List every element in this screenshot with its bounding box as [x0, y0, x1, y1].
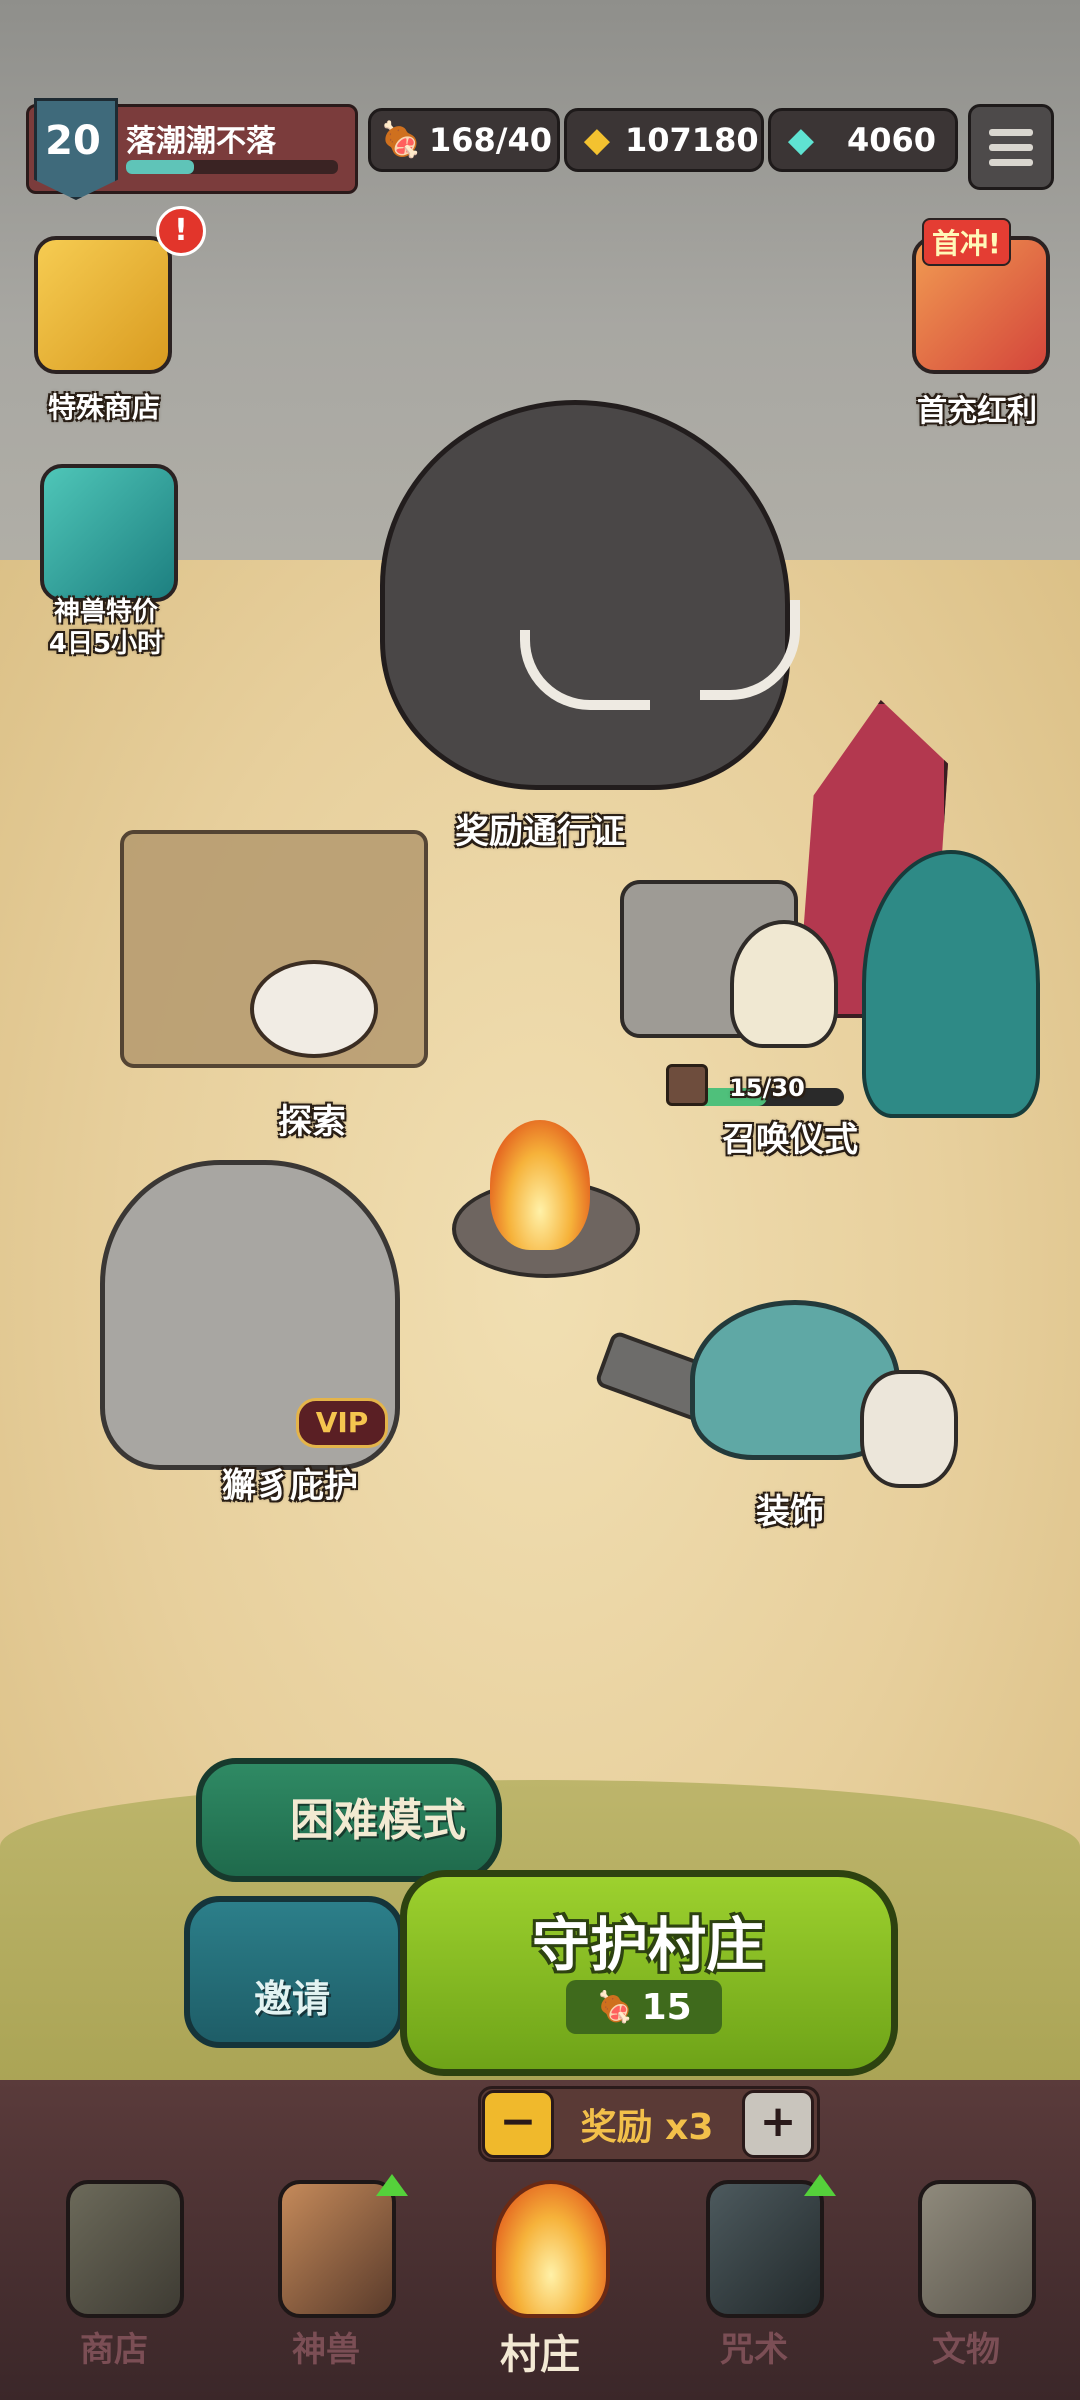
menu-button[interactable] [968, 104, 1054, 190]
gem-resource[interactable]: ◆ 4060 [768, 108, 958, 172]
player-name: 落潮潮不落 [126, 124, 276, 159]
player-level: 20 [45, 118, 101, 164]
nav-spell[interactable]: 咒术 [654, 2170, 854, 2400]
guard-cost-value: 15 [641, 1986, 692, 2028]
nav-shop-label: 商店 [80, 2330, 148, 2370]
special-shop-label: 特殊商店 [47, 391, 160, 424]
shaman-sprite [730, 920, 838, 1048]
meat-icon: 🍖 [596, 1989, 634, 2025]
nav-shop[interactable]: 商店 [14, 2170, 214, 2400]
summon-progress-text: 15/30 [729, 1074, 805, 1102]
gold-ore-icon: ◆ [583, 120, 611, 160]
beast-deal-button[interactable] [40, 464, 178, 602]
elder-sprite [250, 960, 378, 1058]
guard-village-label: 守护村庄 [531, 1911, 764, 1979]
first-charge-tag: 首冲! [922, 218, 1011, 266]
upgrade-arrow-icon [376, 2174, 408, 2196]
lion-guard-label[interactable]: 獬豸庇护 [200, 1458, 380, 1507]
vip-badge: VIP [296, 1398, 388, 1448]
upgrade-arrow-icon [804, 2174, 836, 2196]
meat-value: 168/40 [429, 121, 553, 159]
summon-label[interactable]: 召唤仪式 [680, 1112, 900, 1161]
menu-icon-line [989, 159, 1033, 166]
first-charge-label: 首充红利 [917, 394, 1037, 429]
gem-value: 4060 [847, 121, 937, 159]
alert-badge: ! [156, 206, 206, 256]
guard-cost: 🍖 15 [566, 1980, 722, 2034]
menu-icon [989, 129, 1033, 136]
scroll-icon [918, 2180, 1036, 2318]
invite-label: 邀请 [253, 1977, 330, 2021]
gem-icon: ◆ [787, 120, 815, 160]
campfire-flame [490, 1120, 590, 1250]
decor-label[interactable]: 装饰 [720, 1484, 860, 1533]
special-shop-button[interactable] [34, 236, 172, 374]
nav-village-label: 村庄 [500, 2332, 580, 2378]
summon-flag-icon [666, 1064, 708, 1106]
nav-beast[interactable]: 神兽 [226, 2170, 426, 2400]
beast-icon [278, 2180, 396, 2318]
beast-deal-title: 神兽特价 [53, 597, 158, 627]
xp-bar-fill [126, 160, 194, 174]
menu-icon-line [989, 144, 1033, 151]
nav-beast-label: 神兽 [292, 2330, 360, 2370]
explore-label[interactable]: 探索 [232, 1094, 392, 1143]
reward-minus-button[interactable]: − [482, 2090, 554, 2158]
nav-village[interactable]: 村庄 [440, 2170, 640, 2400]
reward-pass-label[interactable]: 奖励通行证 [420, 804, 660, 853]
nav-relic-label: 文物 [932, 2330, 1000, 2370]
hard-mode-label: 困难模式 [290, 1795, 466, 1846]
gold-value: 107180 [625, 121, 759, 159]
spell-icon [706, 2180, 824, 2318]
nav-spell-label: 咒术 [720, 2330, 788, 2370]
meat-resource[interactable]: 🍖 168/40 [368, 108, 560, 172]
beast-deal-label: 神兽特价 4日5小时 [22, 596, 190, 660]
beast-deal-timer: 4日5小时 [48, 629, 164, 659]
reward-plus-button[interactable]: + [742, 2090, 814, 2158]
shop-icon [66, 2180, 184, 2318]
meat-icon: 🍖 [379, 120, 423, 160]
nav-relic[interactable]: 文物 [866, 2170, 1066, 2400]
campfire-icon [492, 2180, 610, 2318]
skull-decoration [860, 1370, 958, 1488]
teal-crystal [862, 850, 1040, 1118]
reward-multiplier-label: 奖励 x3 [580, 2107, 714, 2148]
gold-resource[interactable]: ◆ 107180 [564, 108, 764, 172]
